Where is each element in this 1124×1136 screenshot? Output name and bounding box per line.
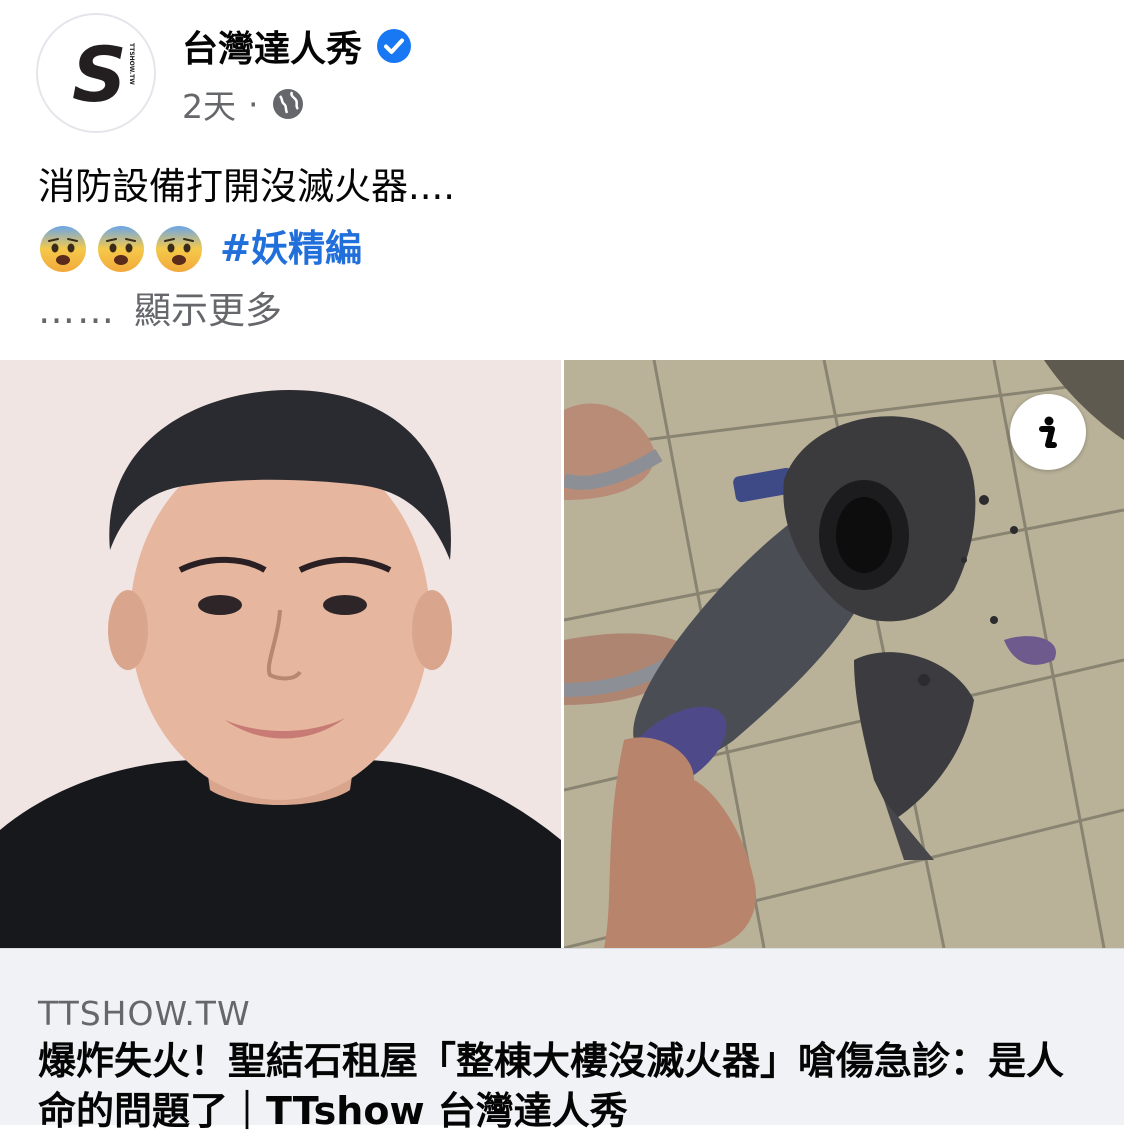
logo-small-text: TTSHOW.TW xyxy=(128,43,135,85)
post-text-emoji-line: #妖精編 xyxy=(38,218,1094,280)
info-button[interactable] xyxy=(1010,394,1086,470)
person-portrait-image xyxy=(0,360,561,948)
info-icon xyxy=(1039,416,1057,448)
page-avatar[interactable]: S TTSHOW.TW xyxy=(36,13,156,133)
post-time[interactable]: 2天 xyxy=(182,80,236,128)
ttshow-logo: S TTSHOW.TW xyxy=(68,30,135,119)
ellipsis: …… xyxy=(38,289,116,332)
post-text-line: 消防設備打開沒滅火器.... xyxy=(38,165,456,208)
fearful-face-emoji xyxy=(40,226,86,272)
link-title[interactable]: 爆炸失火！聖結石租屋「整棟大樓沒滅火器」嗆傷急診：是人命的問題了｜TTshow … xyxy=(38,1036,1078,1136)
hashtag-link[interactable]: #妖精編 xyxy=(220,218,362,280)
link-domain: TTSHOW.TW xyxy=(38,994,251,1033)
post-text: 消防設備打開沒滅火器.... #妖精編 …… 顯示更多 xyxy=(38,156,1094,342)
verified-badge-icon xyxy=(377,29,412,63)
globe-icon[interactable] xyxy=(271,87,305,121)
page-name-label[interactable]: 台灣達人秀 xyxy=(182,20,362,72)
page-name[interactable]: 台灣達人秀 xyxy=(182,20,412,72)
logo-letter: S xyxy=(72,30,127,119)
post-meta: 2天 · xyxy=(182,80,305,128)
post-header: S TTSHOW.TW 台灣達人秀 2天 · xyxy=(0,0,1124,140)
meta-separator: · xyxy=(248,84,259,124)
see-more-link[interactable]: 顯示更多 xyxy=(134,280,282,342)
see-more-line: …… 顯示更多 xyxy=(38,280,1094,342)
post-photo-left[interactable] xyxy=(0,360,561,948)
fearful-face-emoji xyxy=(156,226,202,272)
fearful-face-emoji xyxy=(98,226,144,272)
